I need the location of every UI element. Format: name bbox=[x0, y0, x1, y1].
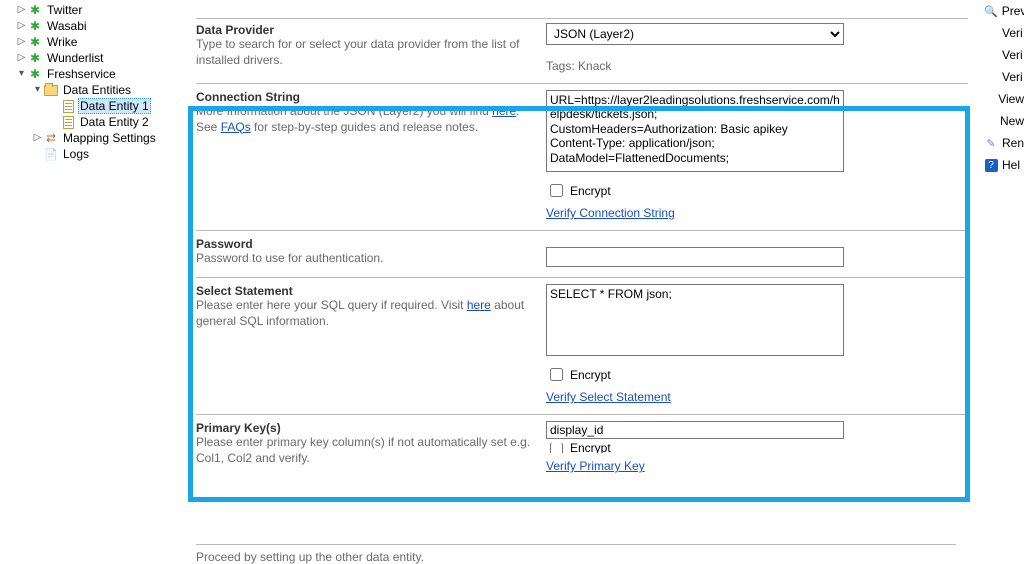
connection-string-title: Connection String bbox=[196, 90, 536, 104]
data-provider-title: Data Provider bbox=[196, 23, 536, 37]
tree-item-data-entities[interactable]: ▾ Data Entities bbox=[4, 82, 180, 98]
expander-icon[interactable]: ▾ bbox=[16, 69, 27, 79]
action-label: Ren bbox=[1002, 136, 1024, 150]
select-stmt-title: Select Statement bbox=[196, 284, 536, 298]
action-verify-3[interactable]: Veri bbox=[980, 66, 1024, 88]
verify-select-statement-link[interactable]: Verify Select Statement bbox=[546, 390, 671, 404]
data-provider-desc: Type to search for or select your data p… bbox=[196, 37, 536, 68]
primary-key-desc: Please enter primary key column(s) if no… bbox=[196, 435, 536, 466]
tree-label: Wunderlist bbox=[45, 51, 105, 65]
bug-icon bbox=[30, 19, 40, 33]
conn-faq-link[interactable]: FAQs bbox=[221, 120, 251, 134]
pencil-icon bbox=[984, 136, 998, 150]
select-stmt-desc: Please enter here your SQL query if requ… bbox=[196, 298, 536, 329]
divider bbox=[196, 544, 956, 545]
password-input[interactable] bbox=[546, 247, 844, 267]
tree-label: Data Entities bbox=[61, 83, 133, 97]
tree-label: Freshservice bbox=[45, 67, 118, 81]
tree-label: Mapping Settings bbox=[61, 131, 158, 145]
tree-label: Wasabi bbox=[45, 19, 89, 33]
tree-item-wrike[interactable]: ▷ Wrike bbox=[4, 34, 180, 50]
action-view[interactable]: View bbox=[980, 88, 1024, 110]
tree-label: Wrike bbox=[45, 35, 79, 49]
pk-encrypt-checkbox[interactable] bbox=[550, 443, 563, 453]
blank-icon bbox=[984, 48, 998, 62]
blank-icon bbox=[984, 92, 994, 106]
tree-item-data-entity-2[interactable]: Data Entity 2 bbox=[4, 114, 180, 130]
tree-panel: ▷ Twitter ▷ Wasabi ▷ Wrike ▷ Wunderlist … bbox=[0, 0, 180, 561]
action-label: View bbox=[998, 92, 1024, 106]
action-label: New bbox=[1000, 114, 1024, 128]
verify-primary-key-link[interactable]: Verify Primary Key bbox=[546, 459, 645, 473]
data-provider-select[interactable]: JSON (Layer2) bbox=[546, 23, 844, 45]
arrows-icon bbox=[46, 131, 56, 145]
action-help[interactable]: ? Hel bbox=[980, 154, 1024, 176]
section-data-provider: Data Provider Type to search for or sele… bbox=[196, 18, 968, 83]
actions-panel: 🔍 Prev Veri Veri Veri View New Ren ? Hel bbox=[980, 0, 1024, 561]
action-label: Hel bbox=[1002, 158, 1020, 172]
expander-icon[interactable]: ▷ bbox=[16, 5, 27, 15]
expander-icon[interactable]: ▷ bbox=[16, 21, 27, 31]
primary-key-input[interactable] bbox=[546, 421, 844, 439]
sheet-icon bbox=[63, 100, 74, 113]
section-primary-key: Primary Key(s) Please enter primary key … bbox=[196, 414, 968, 477]
detail-panel: Data Provider Type to search for or sele… bbox=[188, 0, 968, 561]
proceed-text: Proceed by setting up the other data ent… bbox=[196, 550, 424, 564]
tree-item-twitter[interactable]: ▷ Twitter bbox=[4, 2, 180, 18]
logs-icon bbox=[44, 147, 58, 161]
tree-label: Logs bbox=[61, 147, 91, 161]
bug-icon bbox=[30, 35, 40, 49]
tree-item-wasabi[interactable]: ▷ Wasabi bbox=[4, 18, 180, 34]
blank-icon bbox=[984, 70, 998, 84]
action-label: Veri bbox=[1002, 70, 1023, 84]
section-connection-string: Connection String More Information about… bbox=[196, 83, 968, 230]
bug-icon bbox=[30, 51, 40, 65]
section-select-statement: Select Statement Please enter here your … bbox=[196, 277, 968, 414]
expander-icon[interactable]: ▾ bbox=[32, 85, 43, 95]
blank-icon bbox=[984, 114, 996, 128]
conn-encrypt-checkbox[interactable] bbox=[550, 184, 563, 197]
expander-icon[interactable]: ▷ bbox=[16, 37, 27, 47]
help-icon: ? bbox=[984, 158, 998, 172]
primary-key-title: Primary Key(s) bbox=[196, 421, 536, 435]
action-label: Prev bbox=[1002, 4, 1024, 18]
tree-item-freshservice[interactable]: ▾ Freshservice bbox=[4, 66, 180, 82]
password-title: Password bbox=[196, 237, 536, 251]
sheet-icon bbox=[63, 116, 74, 129]
verify-connection-string-link[interactable]: Verify Connection String bbox=[546, 206, 675, 220]
conn-encrypt-label: Encrypt bbox=[570, 184, 611, 198]
connection-string-input[interactable]: URL=https://layer2leadingsolutions.fresh… bbox=[546, 90, 844, 172]
tree-item-data-entity-1[interactable]: Data Entity 1 bbox=[4, 98, 180, 114]
action-label: Veri bbox=[1002, 48, 1023, 62]
pk-encrypt-label: Encrypt bbox=[570, 443, 611, 453]
blank-icon bbox=[984, 26, 998, 40]
bug-icon bbox=[30, 67, 40, 81]
tree-label: Twitter bbox=[45, 3, 84, 17]
section-password: Password Password to use for authenticat… bbox=[196, 230, 968, 277]
action-verify-1[interactable]: Veri bbox=[980, 22, 1024, 44]
action-verify-2[interactable]: Veri bbox=[980, 44, 1024, 66]
expander-icon[interactable]: ▷ bbox=[32, 133, 43, 143]
action-preview[interactable]: 🔍 Prev bbox=[980, 0, 1024, 22]
select-encrypt-checkbox[interactable] bbox=[550, 368, 563, 381]
tree-item-wunderlist[interactable]: ▷ Wunderlist bbox=[4, 50, 180, 66]
conn-info-link[interactable]: here bbox=[492, 104, 516, 118]
tree-item-mapping-settings[interactable]: ▷ Mapping Settings bbox=[4, 130, 180, 146]
data-provider-tags: Tags: Knack bbox=[546, 59, 968, 73]
select-statement-input[interactable]: SELECT * FROM json; bbox=[546, 284, 844, 356]
preview-icon: 🔍 bbox=[984, 4, 998, 18]
action-label: Veri bbox=[1002, 26, 1023, 40]
tree-item-logs[interactable]: Logs bbox=[4, 146, 180, 162]
expander-icon[interactable]: ▷ bbox=[16, 53, 27, 63]
action-new[interactable]: New bbox=[980, 110, 1024, 132]
tree-label: Data Entity 2 bbox=[78, 115, 151, 129]
connection-string-desc: More Information about the JSON (Layer2)… bbox=[196, 104, 536, 135]
bug-icon bbox=[30, 3, 40, 17]
folder-icon bbox=[44, 85, 58, 96]
password-desc: Password to use for authentication. bbox=[196, 251, 536, 267]
select-stmt-link[interactable]: here bbox=[467, 298, 491, 312]
select-encrypt-label: Encrypt bbox=[570, 368, 611, 382]
action-rename[interactable]: Ren bbox=[980, 132, 1024, 154]
tree-label: Data Entity 1 bbox=[78, 98, 151, 114]
